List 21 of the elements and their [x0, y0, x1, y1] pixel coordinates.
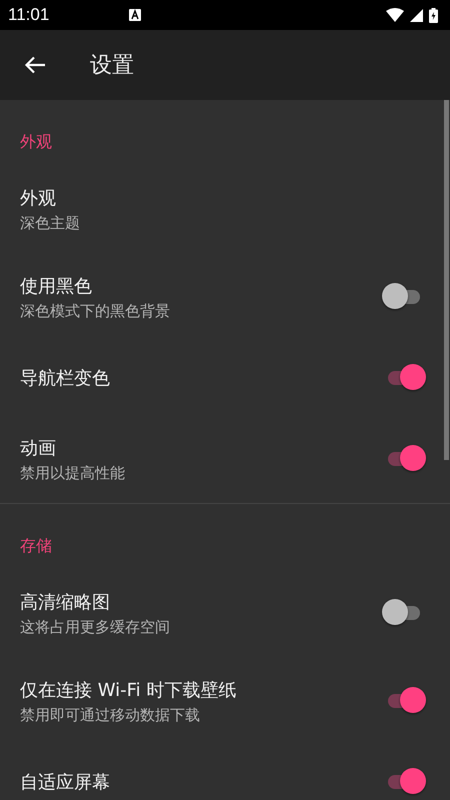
setting-title[interactable]: 外观 — [20, 186, 426, 210]
wifi-icon — [386, 8, 404, 22]
setting-description: 深色模式下的黑色背景 — [20, 302, 171, 320]
setting-description: 深色主题 — [20, 214, 81, 232]
setting-title[interactable]: 高清缩略图 — [20, 590, 382, 614]
setting-description: 这将占用更多缓存空间 — [20, 618, 171, 636]
screen-title: 设置 — [90, 52, 134, 80]
section-header: 存储 — [20, 536, 52, 556]
setting-description: 禁用即可通过移动数据下载 — [20, 706, 201, 724]
back-arrow-icon — [24, 56, 46, 74]
section-header: 外观 — [20, 132, 52, 152]
notification-icon — [129, 9, 142, 21]
setting-title[interactable]: 动画 — [20, 436, 382, 460]
setting-title[interactable]: 导航栏变色 — [20, 366, 382, 390]
battery-icon — [429, 8, 438, 22]
setting-description: 禁用以提高性能 — [20, 464, 126, 482]
setting-title[interactable]: 仅在连接 Wi-Fi 时下载壁纸 — [20, 678, 382, 702]
setting-title[interactable]: 自适应屏幕 — [20, 770, 382, 794]
setting-title[interactable]: 使用黑色 — [20, 274, 382, 298]
signal-icon — [410, 8, 423, 22]
status-time: 11:01 — [8, 5, 50, 25]
